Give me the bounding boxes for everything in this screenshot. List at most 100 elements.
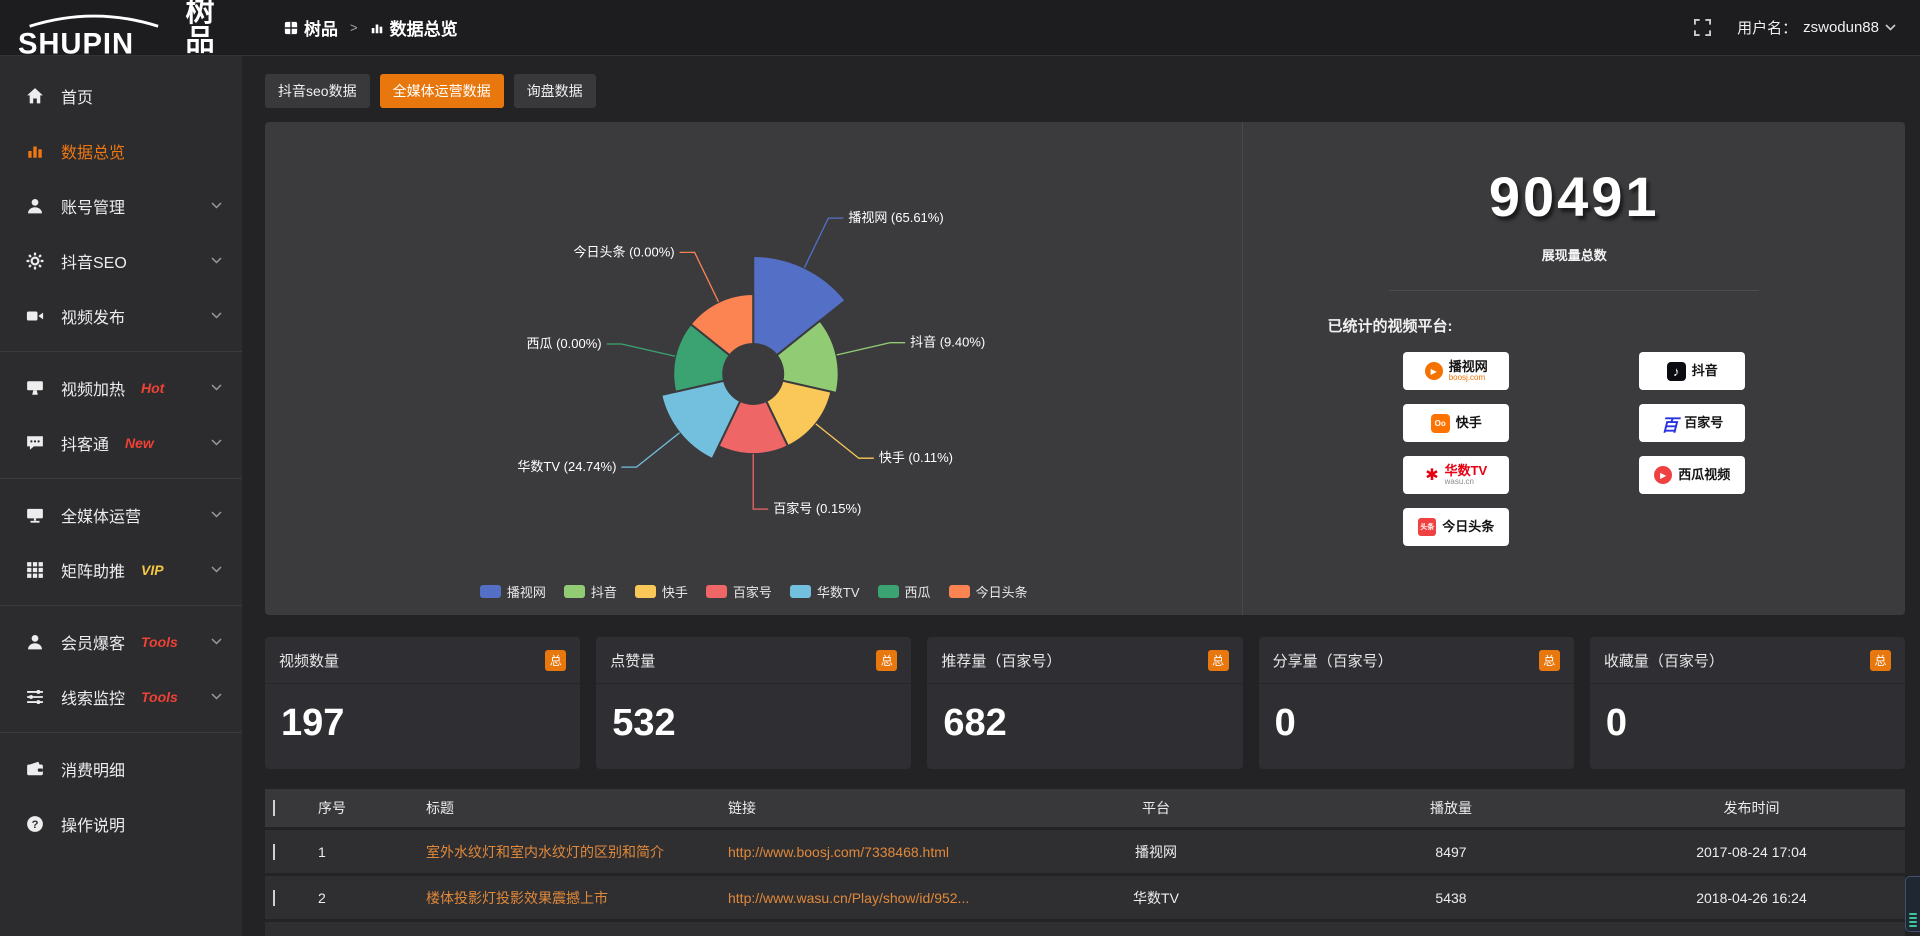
sidebar-item-label: 抖音SEO: [61, 249, 127, 273]
header-cell-title: 标题: [418, 798, 720, 818]
legend-item-百家号[interactable]: 百家号: [706, 582, 772, 601]
chart-icon: [26, 142, 46, 160]
legend-item-抖音[interactable]: 抖音: [564, 582, 617, 601]
chat-icon: [26, 434, 46, 452]
cell-platform: 华数TV: [1008, 888, 1304, 908]
table-header-row: 序号标题链接平台播放量发布时间: [265, 789, 1905, 827]
platform-badge-label: 今日头条: [1442, 520, 1494, 534]
sidebar-item[interactable]: 账号管理: [0, 178, 242, 233]
platform-badge-label: 华数TV: [1445, 464, 1488, 478]
tab-全媒体运营数据[interactable]: 全媒体运营数据: [380, 74, 504, 108]
sidebar: 首页数据总览账号管理抖音SEO 视频发布视频加热Hot抖客通New 全媒体运营矩阵助…: [0, 56, 242, 936]
wasu-logo-icon: ✱: [1425, 465, 1438, 485]
total-impressions-value: 90491: [1243, 164, 1905, 229]
stat-card-value: 532: [596, 684, 911, 769]
brand-logo-arc-icon: SHUPIN: [16, 14, 180, 58]
sidebar-item[interactable]: 会员爆客Tools: [0, 614, 242, 669]
grid-icon: [26, 561, 46, 579]
sidebar-item[interactable]: 数据总览: [0, 123, 242, 178]
sidebar-item[interactable]: 矩阵助推VIP: [0, 542, 242, 597]
sidebar-divider: [0, 351, 242, 352]
screen-icon: [26, 379, 46, 397]
legend-item-今日头条[interactable]: 今日头条: [949, 582, 1028, 601]
pie-label-line: [607, 344, 676, 356]
legend-item-华数TV[interactable]: 华数TV: [790, 582, 860, 601]
stat-card-header: 视频数量总: [265, 637, 580, 684]
chevron-down-icon: [1885, 24, 1896, 31]
header-cell-index: 序号: [310, 798, 418, 818]
legend-swatch: [564, 585, 585, 598]
row-checkbox[interactable]: [273, 890, 275, 906]
sidebar-item-label: 首页: [61, 84, 93, 108]
legend-item-播视网[interactable]: 播视网: [480, 582, 546, 601]
sidebar-item[interactable]: 首页: [0, 68, 242, 123]
cell-link[interactable]: http://www.wasu.cn/Play/show/id/952...: [720, 890, 1008, 906]
stat-card-header: 推荐量（百家号）总: [927, 637, 1242, 684]
pie-label-line: [753, 454, 768, 509]
platform-badge-今日头条: 头条今日头条: [1403, 508, 1509, 546]
legend-swatch: [878, 585, 899, 598]
main-content: 抖音seo数据全媒体运营数据询盘数据 播视网 (65.61%)抖音 (9.40%…: [242, 56, 1920, 936]
sidebar-item[interactable]: ?操作说明: [0, 796, 242, 851]
platform-badge-百家号: 百百家号: [1639, 404, 1745, 442]
baijia-logo-icon: 百: [1661, 411, 1678, 436]
sidebar-item[interactable]: 抖客通New: [0, 415, 242, 470]
legend-label: 快手: [662, 582, 688, 601]
summary-divider: [1389, 290, 1759, 291]
tab-抖音seo数据[interactable]: 抖音seo数据: [265, 74, 370, 108]
topbar: SHUPIN 树品 树品 > 数据总览 用户名：zswodun88: [0, 0, 1920, 56]
brand-logo[interactable]: SHUPIN 树品: [0, 0, 242, 58]
breadcrumb-root[interactable]: 树品: [304, 15, 338, 40]
stat-cards: 视频数量总197点赞量总532推荐量（百家号）总682分享量（百家号）总0收藏量…: [265, 637, 1905, 769]
legend-label: 播视网: [507, 582, 546, 601]
cell-link[interactable]: http://www.boosj.com/7338468.html: [720, 844, 1008, 860]
sidebar-item-label: 消费明细: [61, 757, 125, 781]
sidebar-item[interactable]: 视频加热Hot: [0, 360, 242, 415]
stat-card-label: 点赞量: [610, 650, 655, 671]
fullscreen-icon[interactable]: [1694, 19, 1711, 36]
total-badge: 总: [1870, 650, 1891, 671]
stat-card-header: 点赞量 总: [596, 637, 911, 684]
chevron-down-icon: [211, 257, 222, 264]
pie-label-line: [816, 424, 874, 458]
platforms-title: 已统计的视频平台:: [1327, 315, 1905, 336]
sidebar-item[interactable]: 消费明细: [0, 741, 242, 796]
sidebar-item[interactable]: 全媒体运营: [0, 487, 242, 542]
cell-title[interactable]: 楼体投影灯投影效果震撼上市: [418, 888, 720, 908]
legend-item-快手[interactable]: 快手: [635, 582, 688, 601]
chevron-down-icon: [211, 439, 222, 446]
bar-chart-icon: [370, 21, 384, 35]
sidebar-item[interactable]: 抖音SEO: [0, 233, 242, 288]
table-row: [265, 922, 1905, 936]
platform-badge-快手: Oo快手: [1403, 404, 1509, 442]
sidebar-item-label: 抖客通: [61, 431, 109, 455]
sidebar-item-label: 线索监控: [61, 685, 125, 709]
username-menu[interactable]: 用户名：zswodun88: [1737, 17, 1896, 38]
legend-swatch: [480, 585, 501, 598]
header-cell-plays: 播放量: [1304, 798, 1598, 818]
legend-item-西瓜[interactable]: 西瓜: [878, 582, 931, 601]
row-checkbox[interactable]: [273, 844, 275, 860]
sidebar-divider: [0, 605, 242, 606]
pie-label-line: [837, 343, 906, 355]
video-icon: [26, 307, 46, 325]
sidebar-item[interactable]: 视频发布: [0, 288, 242, 343]
stat-card-label: 收藏量（百家号）: [1604, 650, 1724, 671]
chevron-down-icon: [211, 202, 222, 209]
platform-badge-sub: boosj.com: [1449, 374, 1488, 382]
stat-card-label: 推荐量（百家号）: [941, 650, 1061, 671]
cell-title[interactable]: 室外水纹灯和室内水纹灯的区别和简介: [418, 842, 720, 862]
sidebar-item-tag: VIP: [141, 562, 164, 578]
total-badge: 总: [876, 650, 897, 671]
table-row: 1室外水纹灯和室内水纹灯的区别和简介http://www.boosj.com/7…: [265, 830, 1905, 873]
stat-card: 分享量（百家号）总0: [1259, 637, 1574, 769]
cell-select: [265, 890, 310, 906]
douyin-logo-icon: ♪: [1667, 362, 1686, 381]
service-float-widget[interactable]: [1905, 876, 1920, 932]
xigua-logo-icon: ▶: [1654, 466, 1672, 484]
select-all-checkbox[interactable]: [273, 800, 275, 816]
cell-plays: 5438: [1304, 890, 1598, 906]
tab-询盘数据[interactable]: 询盘数据: [514, 74, 596, 108]
sidebar-item[interactable]: 线索监控Tools: [0, 669, 242, 724]
header-select: [265, 800, 310, 816]
